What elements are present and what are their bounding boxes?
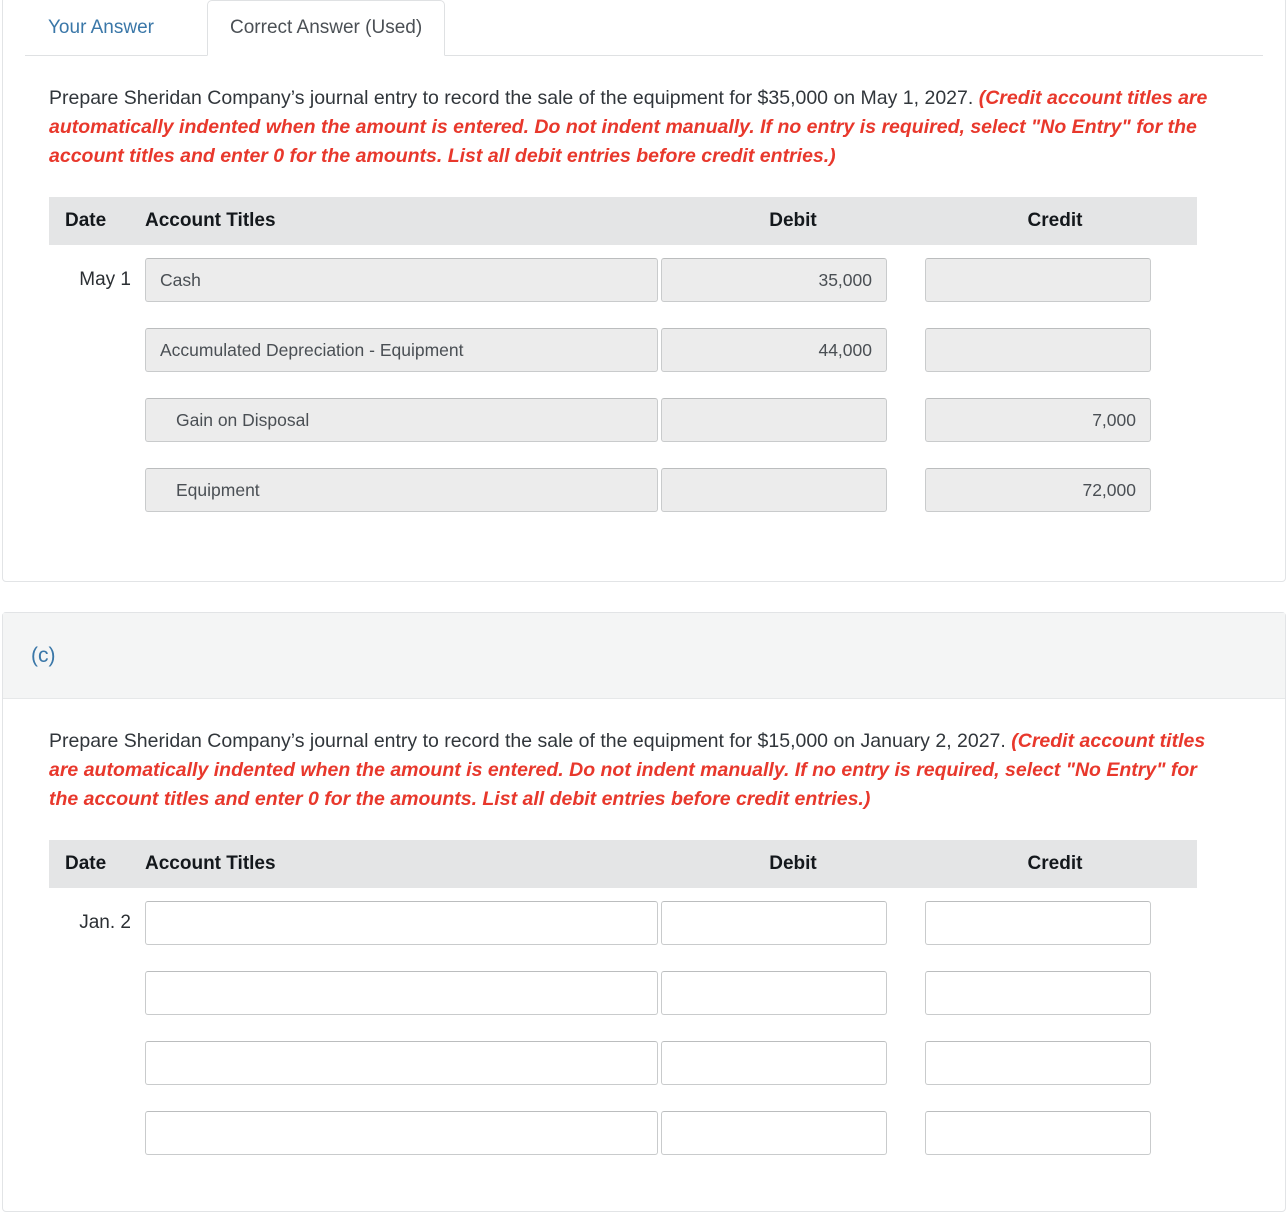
table-row: Jan. 2	[49, 888, 1197, 958]
debit-amount-field[interactable]	[661, 1041, 887, 1085]
account-title-field[interactable]: Cash	[145, 258, 658, 302]
table-row: Accumulated Depreciation - Equipment 44,…	[49, 315, 1197, 385]
table-row: Equipment 72,000	[49, 455, 1197, 525]
debit-amount-field[interactable]: 35,000	[661, 258, 887, 302]
credit-amount-field[interactable]	[925, 1041, 1151, 1085]
account-title-field[interactable]: Equipment	[145, 468, 658, 512]
credit-amount-field[interactable]	[925, 1111, 1151, 1155]
account-title-field[interactable]: Accumulated Depreciation - Equipment	[145, 328, 658, 372]
table-header-row: Date Account Titles Debit Credit	[49, 197, 1197, 245]
debit-amount-field[interactable]	[661, 971, 887, 1015]
column-header-credit: Credit	[1027, 853, 1083, 874]
question-prompt-b: Prepare Sheridan Company’s journal entry…	[49, 84, 1229, 171]
prompt-text: Prepare Sheridan Company’s journal entry…	[49, 87, 979, 109]
credit-amount-field[interactable]	[925, 328, 1151, 372]
section-header-c: (c)	[3, 613, 1285, 699]
table-header-row: Date Account Titles Debit Credit	[49, 840, 1197, 888]
account-title-field[interactable]: Gain on Disposal	[145, 398, 658, 442]
table-row: May 1 Cash 35,000	[49, 245, 1197, 315]
table-row: Gain on Disposal 7,000	[49, 385, 1197, 455]
credit-amount-field[interactable]: 72,000	[925, 468, 1151, 512]
column-header-date: Date	[65, 210, 107, 231]
row-date: Jan. 2	[79, 912, 131, 933]
column-header-debit: Debit	[769, 853, 817, 874]
journal-entry-table-b: Date Account Titles Debit Credit May 1 C…	[49, 197, 1197, 561]
account-title-field[interactable]	[145, 971, 658, 1015]
answer-tabs: Your Answer Correct Answer (Used)	[25, 0, 1263, 56]
column-header-credit: Credit	[1027, 210, 1083, 231]
debit-amount-field[interactable]	[661, 901, 887, 945]
column-header-account-titles: Account Titles	[145, 853, 276, 874]
question-prompt-c: Prepare Sheridan Company’s journal entry…	[49, 727, 1229, 814]
credit-amount-field[interactable]	[925, 901, 1151, 945]
debit-amount-field[interactable]: 44,000	[661, 328, 887, 372]
account-title-field[interactable]	[145, 901, 658, 945]
row-date: May 1	[79, 269, 131, 290]
journal-entry-table-c: Date Account Titles Debit Credit Jan. 2	[49, 840, 1197, 1168]
answer-panel-b: Your Answer Correct Answer (Used) Prepar…	[2, 0, 1286, 582]
table-row	[49, 1028, 1197, 1098]
column-header-date: Date	[65, 853, 107, 874]
debit-amount-field[interactable]	[661, 1111, 887, 1155]
table-bottom-spacer	[49, 525, 1197, 561]
tab-your-answer[interactable]: Your Answer	[25, 0, 177, 56]
credit-amount-field[interactable]	[925, 258, 1151, 302]
column-header-account-titles: Account Titles	[145, 210, 276, 231]
account-title-field[interactable]	[145, 1041, 658, 1085]
answer-panel-c: (c) Prepare Sheridan Company’s journal e…	[2, 612, 1286, 1212]
credit-amount-field[interactable]	[925, 971, 1151, 1015]
credit-amount-field[interactable]: 7,000	[925, 398, 1151, 442]
prompt-text: Prepare Sheridan Company’s journal entry…	[49, 730, 1012, 752]
section-label-c: (c)	[31, 643, 56, 667]
table-row	[49, 958, 1197, 1028]
column-header-debit: Debit	[769, 210, 817, 231]
debit-amount-field[interactable]	[661, 468, 887, 512]
tab-correct-answer[interactable]: Correct Answer (Used)	[207, 0, 446, 56]
account-title-field[interactable]	[145, 1111, 658, 1155]
table-row	[49, 1098, 1197, 1168]
debit-amount-field[interactable]	[661, 398, 887, 442]
